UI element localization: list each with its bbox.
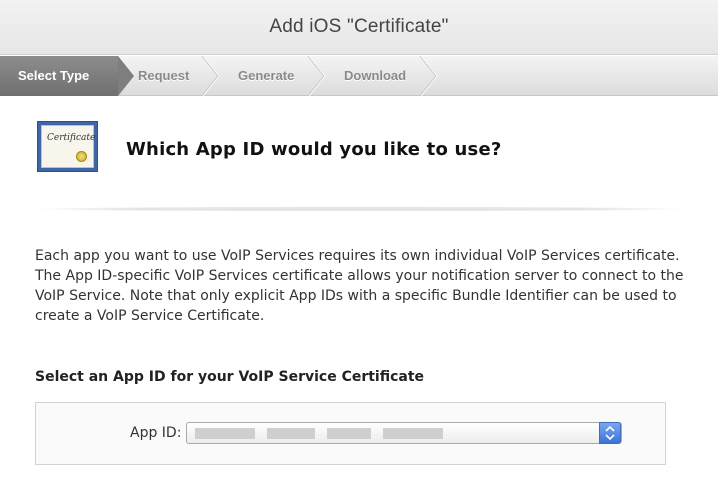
page-question: Which App ID would you like to use? [126,139,502,160]
redacted-text [327,428,371,439]
window-titlebar: Add iOS "Certificate" [0,0,718,55]
app-id-select[interactable] [186,422,622,444]
step-request: Request [138,68,190,83]
description-text: Each app you want to use VoIP Services r… [35,246,695,326]
step-separator-chevron-icon [200,56,220,96]
section-divider [30,207,690,211]
description-line: create a VoIP Service Certificate. [35,308,265,324]
description-line: The App ID-specific VoIP Services certif… [35,268,684,284]
certificate-paper: Certificate [41,125,96,168]
step-separator-chevron-icon [306,56,326,96]
description-line: Each app you want to use VoIP Services r… [35,248,680,264]
select-dropdown-arrow-icon[interactable] [599,422,621,444]
step-select-type: Select Type [0,56,134,96]
redacted-text [383,428,443,439]
certificate-icon: Certificate [37,121,98,172]
step-download: Download [344,68,407,83]
redacted-text [267,428,315,439]
step-generate: Generate [238,68,295,83]
certificate-seal-icon [76,151,87,162]
step-progress-bar: Select Type Request Generate Download [0,56,718,96]
redacted-text [195,428,255,439]
certificate-icon-text: Certificate [47,133,96,143]
step-separator-chevron-icon [418,56,438,96]
window-title: Add iOS "Certificate" [269,16,449,37]
description-line: VoIP Service. Note that only explicit Ap… [35,288,677,304]
app-id-label: App ID: [130,425,182,441]
select-app-id-heading: Select an App ID for your VoIP Service C… [35,369,425,385]
